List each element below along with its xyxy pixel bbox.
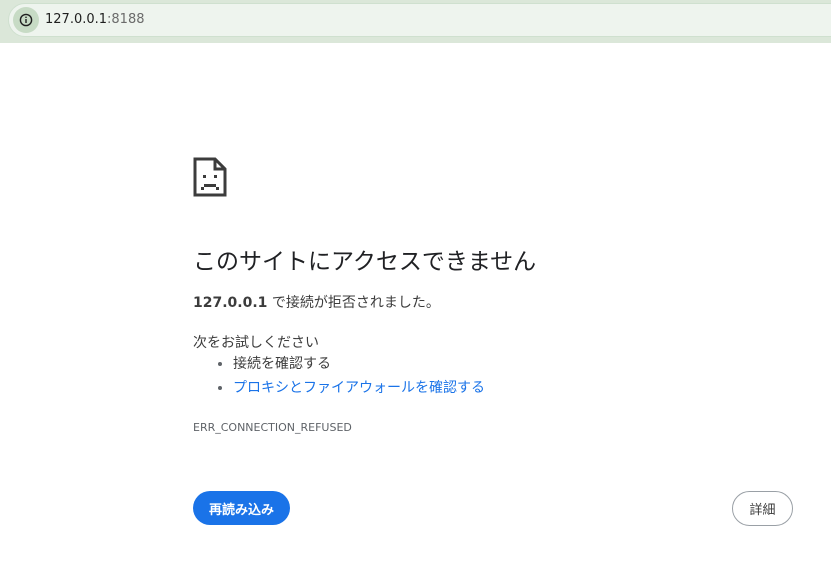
- url-text[interactable]: 127.0.0.1:8188: [45, 12, 145, 27]
- sad-document-icon: [193, 157, 227, 197]
- error-summary-text: で接続が拒否されました。: [267, 295, 440, 311]
- browser-toolbar: 127.0.0.1:8188: [0, 0, 831, 43]
- url-host: 127.0.0.1: [45, 12, 108, 27]
- error-code: ERR_CONNECTION_REFUSED: [193, 421, 352, 434]
- suggestions-title: 次をお試しください: [193, 335, 319, 351]
- address-bar[interactable]: 127.0.0.1:8188: [8, 3, 831, 37]
- details-button[interactable]: 詳細: [732, 491, 793, 526]
- suggestion-label: 接続を確認する: [233, 356, 331, 372]
- suggestions-list: 接続を確認する プロキシとファイアウォールを確認する: [193, 354, 485, 402]
- reload-button[interactable]: 再読み込み: [193, 491, 290, 525]
- suggestion-item-check-proxy-firewall[interactable]: プロキシとファイアウォールを確認する: [233, 378, 485, 402]
- url-port: :8188: [107, 12, 145, 27]
- error-summary: 127.0.0.1 で接続が拒否されました。: [193, 292, 440, 312]
- suggestion-item-check-connection: 接続を確認する: [233, 354, 485, 378]
- error-heading: このサイトにアクセスできません: [193, 249, 537, 275]
- check-proxy-firewall-link[interactable]: プロキシとファイアウォールを確認する: [233, 380, 485, 396]
- info-circle-icon: [19, 13, 33, 27]
- site-info-button[interactable]: [13, 7, 39, 33]
- error-host: 127.0.0.1: [193, 295, 268, 311]
